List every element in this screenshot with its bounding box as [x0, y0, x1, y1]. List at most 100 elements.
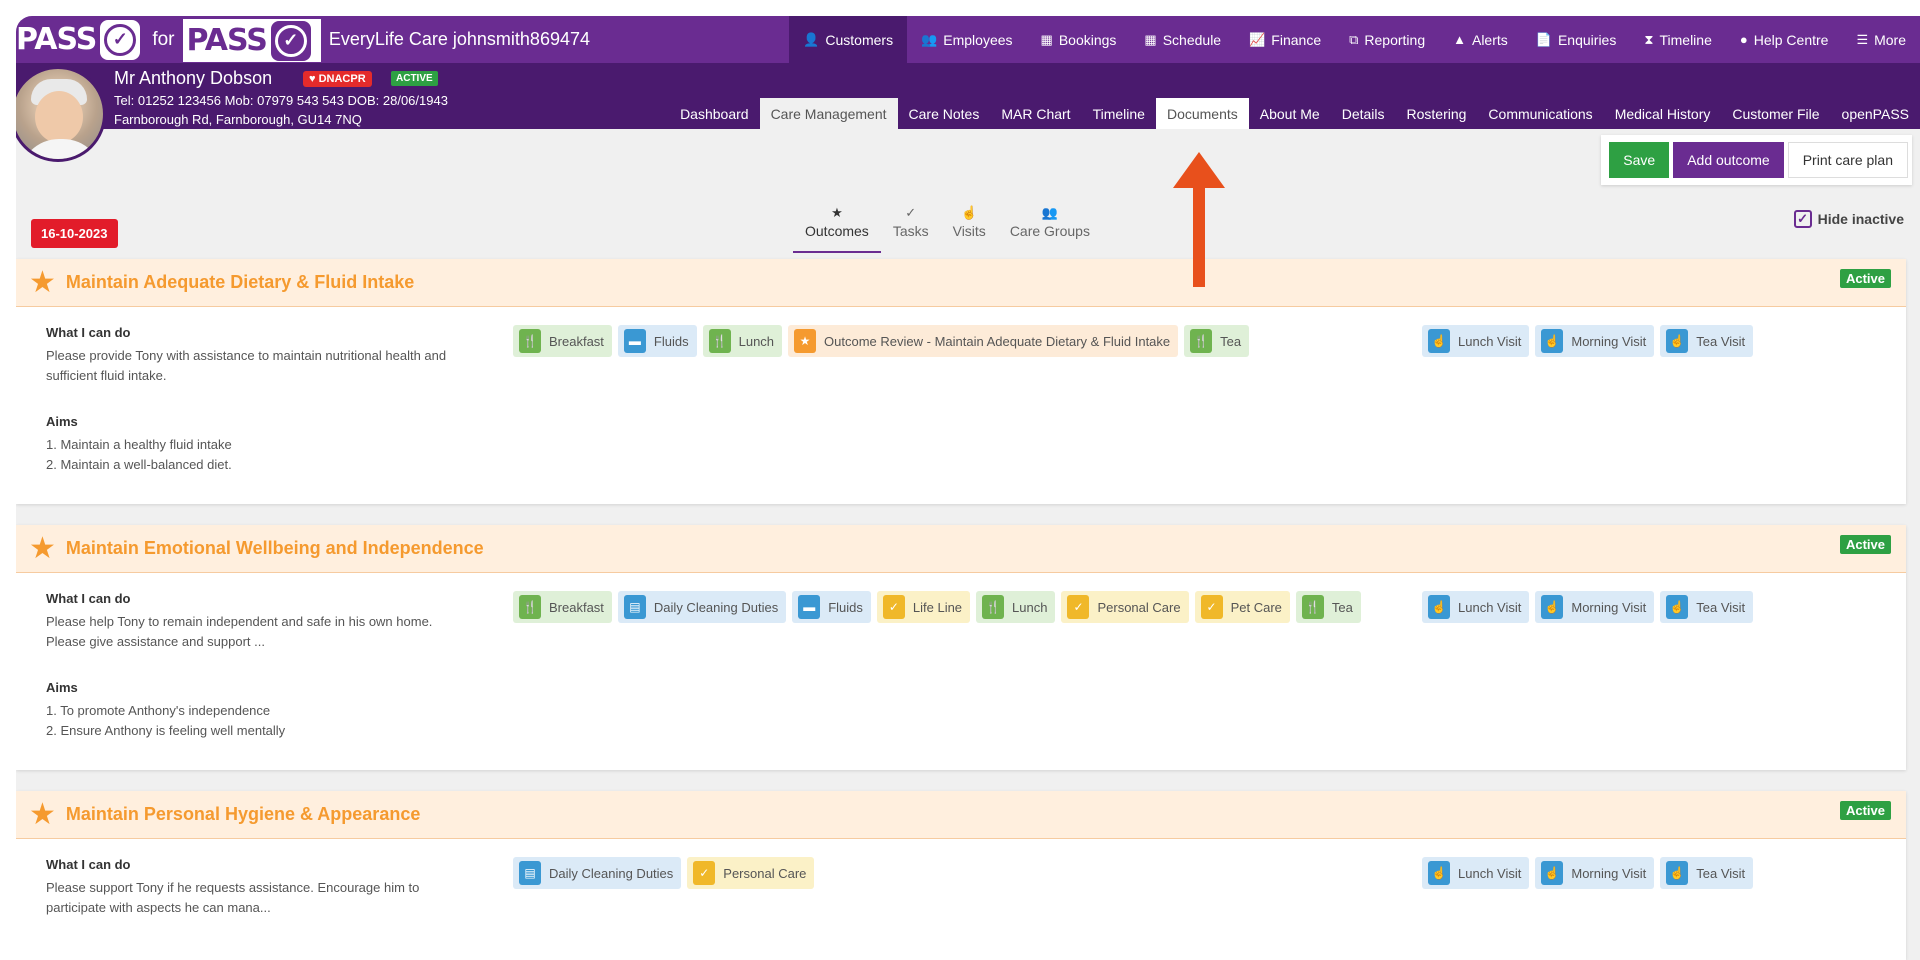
logo-for-text: for [152, 28, 175, 50]
nav-help-centre[interactable]: ● Help Centre [1726, 16, 1843, 63]
hand-pointer-icon: ☝ [1541, 861, 1564, 885]
document-icon: ▤ [623, 595, 646, 619]
hide-inactive-toggle[interactable]: ✓ Hide inactive [1793, 210, 1904, 228]
cutlery-icon: 🍴 [982, 595, 1005, 619]
subnav-care-management[interactable]: Care Management [759, 98, 898, 129]
task-chip-tea[interactable]: 🍴 Tea [1184, 325, 1250, 357]
visit-chip-tea-visit[interactable]: ☝ Tea Visit [1660, 325, 1754, 357]
subnav-care-notes[interactable]: Care Notes [898, 98, 991, 129]
hand-pointer-icon: ☝ [1541, 329, 1564, 353]
print-care-plan-button[interactable]: Print care plan [1787, 142, 1908, 178]
task-chip-life-line[interactable]: ✓ Life Line [876, 591, 971, 623]
task-chip-personal-care[interactable]: ✓ Personal Care [687, 857, 815, 889]
nav-reporting[interactable]: ⧉ Reporting [1335, 16, 1439, 63]
outcome-header[interactable]: ★ Maintain Adequate Dietary & Fluid Intak… [16, 259, 1906, 307]
nav-finance[interactable]: 📈 Finance [1235, 16, 1335, 63]
tab-tasks[interactable]: ✓ Tasks [881, 203, 941, 253]
nav-schedule[interactable]: ▦ Schedule [1130, 16, 1235, 63]
star-icon: ★ [29, 532, 56, 565]
customer-avatar[interactable] [16, 66, 106, 162]
visit-chip-morning-visit[interactable]: ☝ Morning Visit [1535, 325, 1655, 357]
subnav-mar-chart[interactable]: MAR Chart [990, 98, 1081, 129]
task-chip-tea[interactable]: 🍴 Tea [1295, 591, 1361, 623]
task-chip-lunch[interactable]: 🍴 Lunch [702, 325, 783, 357]
nav-alerts[interactable]: ▲ Alerts [1439, 16, 1522, 63]
tab-outcomes[interactable]: ★ Outcomes [793, 203, 881, 253]
visit-chip-label: Morning Visit [1571, 865, 1647, 881]
outcome-card[interactable]: ★ Maintain Personal Hygiene & Appearance A… [16, 791, 1906, 960]
outcome-header[interactable]: ★ Maintain Personal Hygiene & Appearance A… [16, 791, 1906, 839]
nav-more[interactable]: ☰ More [1842, 16, 1920, 63]
outcome-status-badge: Active [1839, 535, 1891, 554]
outcome-card[interactable]: ★ Maintain Adequate Dietary & Fluid Intak… [16, 259, 1906, 504]
save-button[interactable]: Save [1609, 142, 1670, 178]
subnav-medical-history[interactable]: Medical History [1604, 98, 1722, 129]
app-frame: PASS ✓ for PASS ✓ EveryLife Care johnsmi… [16, 16, 1920, 960]
visit-chip-tea-visit[interactable]: ☝ Tea Visit [1660, 591, 1754, 623]
task-chip-fluids[interactable]: ▬ Fluids [792, 591, 871, 623]
subnav-documents[interactable]: Documents [1155, 98, 1249, 129]
cup-icon: ▬ [798, 595, 821, 619]
subnav-rostering[interactable]: Rostering [1396, 98, 1478, 129]
outcome-card[interactable]: ★ Maintain Emotional Wellbeing and Indepe… [16, 525, 1906, 770]
nav-label: Bookings [1058, 31, 1117, 48]
outcome-title: Maintain Personal Hygiene & Appearance [65, 804, 421, 824]
subnav-timeline[interactable]: Timeline [1082, 98, 1156, 129]
task-chip-personal-care[interactable]: ✓ Personal Care [1061, 591, 1189, 623]
task-chip-breakfast[interactable]: 🍴 Breakfast [513, 591, 612, 623]
subnav-openpass[interactable]: openPASS [1831, 98, 1920, 129]
nav-bookings[interactable]: ▦ Bookings [1027, 16, 1131, 63]
task-chip-pet-care[interactable]: ✓ Pet Care [1194, 591, 1290, 623]
tab-label: Tasks [892, 223, 929, 239]
date-badge[interactable]: 16-10-2023 [31, 219, 118, 248]
task-chip-outcome-review-maintain-adequate-dietary-fluid-intake[interactable]: ★ Outcome Review - Maintain Adequate Diet… [788, 325, 1179, 357]
subnav-communications[interactable]: Communications [1477, 98, 1603, 129]
what-i-can-do-text: Please help Tony to remain independent a… [46, 614, 433, 649]
calendar-icon: ▦ [1040, 31, 1053, 47]
what-i-can-do-heading: What I can do [46, 591, 131, 606]
subnav-dashboard[interactable]: Dashboard [669, 98, 760, 129]
tab-label: Care Groups [1009, 223, 1090, 239]
subnav-customer-file[interactable]: Customer File [1721, 98, 1830, 129]
task-chip-fluids[interactable]: ▬ Fluids [617, 325, 697, 357]
subnav-about-me[interactable]: About Me [1249, 98, 1331, 129]
task-chip-label: Personal Care [723, 865, 807, 881]
what-i-can-do-heading: What I can do [46, 325, 131, 340]
star-icon: ★ [29, 266, 56, 299]
task-chip-breakfast[interactable]: 🍴 Breakfast [513, 325, 612, 357]
visit-chip-lunch-visit[interactable]: ☝ Lunch Visit [1422, 591, 1530, 623]
task-chip-label: Outcome Review - Maintain Adequate Dieta… [824, 333, 1171, 349]
document-icon: 📄 [1535, 31, 1552, 47]
visit-chip-morning-visit[interactable]: ☝ Morning Visit [1535, 591, 1655, 623]
nav-employees[interactable]: 👥 Employees [907, 16, 1026, 63]
cup-icon: ▬ [623, 329, 646, 353]
task-chip-label: Lunch [738, 333, 775, 349]
outcome-header[interactable]: ★ Maintain Emotional Wellbeing and Indepe… [16, 525, 1906, 573]
calendar-icon: ▦ [1144, 31, 1157, 47]
task-chip-daily-cleaning-duties[interactable]: ▤ Daily Cleaning Duties [513, 857, 682, 889]
visit-chip-morning-visit[interactable]: ☝ Morning Visit [1535, 857, 1655, 889]
subnav-details[interactable]: Details [1331, 98, 1396, 129]
tab-visits[interactable]: ☝ Visits [941, 203, 998, 253]
logo-check-icon-2: ✓ [270, 20, 311, 61]
hourglass-icon: ⧗ [1644, 31, 1654, 47]
star-icon: ★ [831, 205, 843, 220]
nav-enquiries[interactable]: 📄 Enquiries [1522, 16, 1631, 63]
visit-chip-lunch-visit[interactable]: ☝ Lunch Visit [1422, 325, 1530, 357]
brand-logo[interactable]: PASS ✓ for PASS ✓ [16, 16, 321, 63]
task-chip-label: Fluids [653, 333, 689, 349]
checkbox-checked-icon[interactable]: ✓ [1793, 210, 1812, 228]
tab-care-groups[interactable]: 👥 Care Groups [998, 203, 1102, 253]
visit-chip-tea-visit[interactable]: ☝ Tea Visit [1660, 857, 1754, 889]
tab-label: Visits [952, 223, 986, 239]
task-chip-daily-cleaning-duties[interactable]: ▤ Daily Cleaning Duties [617, 591, 787, 623]
task-chip-lunch[interactable]: 🍴 Lunch [976, 591, 1056, 623]
add-outcome-button[interactable]: Add outcome [1673, 142, 1784, 178]
nav-customers[interactable]: 👤 Customers [789, 16, 908, 63]
visit-chip-label: Tea Visit [1696, 599, 1746, 615]
what-i-can-do-text: Please provide Tony with assistance to m… [46, 348, 447, 383]
task-chip-label: Pet Care [1230, 599, 1282, 615]
visit-chip-lunch-visit[interactable]: ☝ Lunch Visit [1422, 857, 1530, 889]
nav-label: Enquiries [1557, 31, 1617, 48]
nav-timeline[interactable]: ⧗ Timeline [1630, 16, 1726, 63]
